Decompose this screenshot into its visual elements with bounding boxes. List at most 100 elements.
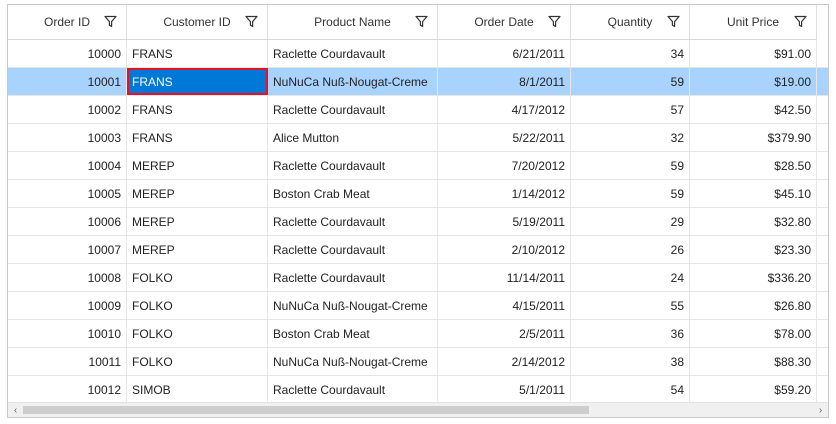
order-date-cell[interactable]: 7/20/2012 <box>438 152 571 179</box>
table-row[interactable]: 10008 FOLKO Raclette Courdavault 11/14/2… <box>8 264 828 292</box>
product-name-cell[interactable]: Raclette Courdavault <box>268 208 438 235</box>
table-row[interactable]: 10005 MEREP Boston Crab Meat 1/14/2012 5… <box>8 180 828 208</box>
order-id-cell[interactable]: 10003 <box>8 124 127 151</box>
customer-id-cell[interactable]: FRANS <box>127 96 268 123</box>
table-row[interactable]: 10007 MEREP Raclette Courdavault 2/10/20… <box>8 236 828 264</box>
unit-price-cell[interactable]: $26.80 <box>690 292 817 319</box>
order-date-cell[interactable]: 2/10/2012 <box>438 236 571 263</box>
quantity-cell[interactable]: 26 <box>571 236 690 263</box>
order-id-cell[interactable]: 10009 <box>8 292 127 319</box>
column-header-unit-price[interactable]: Unit Price <box>690 5 817 39</box>
table-row[interactable]: 10003 FRANS Alice Mutton 5/22/2011 32 $3… <box>8 124 828 152</box>
customer-id-cell[interactable]: FRANS <box>127 124 268 151</box>
product-name-cell[interactable]: NuNuCa Nuß-Nougat-Creme <box>268 292 438 319</box>
filter-funnel-icon[interactable] <box>245 15 258 28</box>
order-id-cell[interactable]: 10001 <box>8 68 127 95</box>
order-date-cell[interactable]: 6/21/2011 <box>438 40 571 67</box>
customer-id-cell[interactable]: MEREP <box>127 236 268 263</box>
unit-price-cell[interactable]: $28.50 <box>690 152 817 179</box>
quantity-cell[interactable]: 24 <box>571 264 690 291</box>
order-id-cell[interactable]: 10012 <box>8 376 127 402</box>
order-date-cell[interactable]: 4/17/2012 <box>438 96 571 123</box>
order-date-cell[interactable]: 2/5/2011 <box>438 320 571 347</box>
order-id-cell[interactable]: 10008 <box>8 264 127 291</box>
table-row[interactable]: 10009 FOLKO NuNuCa Nuß-Nougat-Creme 4/15… <box>8 292 828 320</box>
quantity-cell[interactable]: 59 <box>571 180 690 207</box>
order-id-cell[interactable]: 10005 <box>8 180 127 207</box>
product-name-cell[interactable]: Raclette Courdavault <box>268 376 438 402</box>
order-id-cell[interactable]: 10011 <box>8 348 127 375</box>
table-row-selected[interactable]: 10001 FRANS NuNuCa Nuß-Nougat-Creme 8/1/… <box>8 68 828 96</box>
order-date-cell[interactable]: 2/14/2012 <box>438 348 571 375</box>
quantity-cell[interactable]: 54 <box>571 376 690 402</box>
unit-price-cell[interactable]: $91.00 <box>690 40 817 67</box>
customer-id-cell-current[interactable]: FRANS <box>127 68 268 95</box>
product-name-cell[interactable]: Raclette Courdavault <box>268 152 438 179</box>
table-row[interactable]: 10010 FOLKO Boston Crab Meat 2/5/2011 36… <box>8 320 828 348</box>
quantity-cell[interactable]: 34 <box>571 40 690 67</box>
order-id-cell[interactable]: 10006 <box>8 208 127 235</box>
customer-id-cell[interactable]: FOLKO <box>127 292 268 319</box>
quantity-cell[interactable]: 59 <box>571 152 690 179</box>
order-date-cell[interactable]: 8/1/2011 <box>438 68 571 95</box>
product-name-cell[interactable]: NuNuCa Nuß-Nougat-Creme <box>268 348 438 375</box>
unit-price-cell[interactable]: $19.00 <box>690 68 817 95</box>
unit-price-cell[interactable]: $32.80 <box>690 208 817 235</box>
product-name-cell[interactable]: Raclette Courdavault <box>268 264 438 291</box>
product-name-cell[interactable]: NuNuCa Nuß-Nougat-Creme <box>268 68 438 95</box>
order-date-cell[interactable]: 5/22/2011 <box>438 124 571 151</box>
table-row[interactable]: 10004 MEREP Raclette Courdavault 7/20/20… <box>8 152 828 180</box>
column-header-order-id[interactable]: Order ID <box>8 5 127 39</box>
order-date-cell[interactable]: 1/14/2012 <box>438 180 571 207</box>
order-date-cell[interactable]: 5/1/2011 <box>438 376 571 402</box>
column-header-quantity[interactable]: Quantity <box>571 5 690 39</box>
unit-price-cell[interactable]: $336.20 <box>690 264 817 291</box>
scrollbar-thumb[interactable] <box>23 406 589 414</box>
order-id-cell[interactable]: 10000 <box>8 40 127 67</box>
unit-price-cell[interactable]: $379.90 <box>690 124 817 151</box>
unit-price-cell[interactable]: $45.10 <box>690 180 817 207</box>
filter-funnel-icon[interactable] <box>794 15 807 28</box>
chevron-right-icon[interactable]: › <box>813 403 828 417</box>
horizontal-scrollbar[interactable]: ‹ › <box>8 402 828 417</box>
filter-funnel-icon[interactable] <box>667 15 680 28</box>
filter-funnel-icon[interactable] <box>548 15 561 28</box>
table-row[interactable]: 10000 FRANS Raclette Courdavault 6/21/20… <box>8 40 828 68</box>
product-name-cell[interactable]: Raclette Courdavault <box>268 96 438 123</box>
customer-id-cell[interactable]: FRANS <box>127 40 268 67</box>
product-name-cell[interactable]: Alice Mutton <box>268 124 438 151</box>
customer-id-cell[interactable]: FOLKO <box>127 320 268 347</box>
table-row[interactable]: 10006 MEREP Raclette Courdavault 5/19/20… <box>8 208 828 236</box>
unit-price-cell[interactable]: $88.30 <box>690 348 817 375</box>
table-row[interactable]: 10011 FOLKO NuNuCa Nuß-Nougat-Creme 2/14… <box>8 348 828 376</box>
customer-id-cell[interactable]: MEREP <box>127 208 268 235</box>
product-name-cell[interactable]: Boston Crab Meat <box>268 320 438 347</box>
table-row[interactable]: 10012 SIMOB Raclette Courdavault 5/1/201… <box>8 376 828 402</box>
quantity-cell[interactable]: 38 <box>571 348 690 375</box>
customer-id-cell[interactable]: SIMOB <box>127 376 268 402</box>
table-row[interactable]: 10002 FRANS Raclette Courdavault 4/17/20… <box>8 96 828 124</box>
filter-funnel-icon[interactable] <box>415 15 428 28</box>
unit-price-cell[interactable]: $78.00 <box>690 320 817 347</box>
product-name-cell[interactable]: Boston Crab Meat <box>268 180 438 207</box>
quantity-cell[interactable]: 57 <box>571 96 690 123</box>
order-date-cell[interactable]: 4/15/2011 <box>438 292 571 319</box>
order-date-cell[interactable]: 11/14/2011 <box>438 264 571 291</box>
order-id-cell[interactable]: 10002 <box>8 96 127 123</box>
chevron-left-icon[interactable]: ‹ <box>8 403 23 417</box>
filter-funnel-icon[interactable] <box>104 15 117 28</box>
column-header-order-date[interactable]: Order Date <box>438 5 571 39</box>
customer-id-cell[interactable]: MEREP <box>127 180 268 207</box>
order-id-cell[interactable]: 10007 <box>8 236 127 263</box>
customer-id-cell[interactable]: MEREP <box>127 152 268 179</box>
unit-price-cell[interactable]: $23.30 <box>690 236 817 263</box>
order-id-cell[interactable]: 10010 <box>8 320 127 347</box>
product-name-cell[interactable]: Raclette Courdavault <box>268 236 438 263</box>
quantity-cell[interactable]: 32 <box>571 124 690 151</box>
quantity-cell[interactable]: 59 <box>571 68 690 95</box>
unit-price-cell[interactable]: $42.50 <box>690 96 817 123</box>
unit-price-cell[interactable]: $59.20 <box>690 376 817 402</box>
quantity-cell[interactable]: 55 <box>571 292 690 319</box>
quantity-cell[interactable]: 36 <box>571 320 690 347</box>
product-name-cell[interactable]: Raclette Courdavault <box>268 40 438 67</box>
